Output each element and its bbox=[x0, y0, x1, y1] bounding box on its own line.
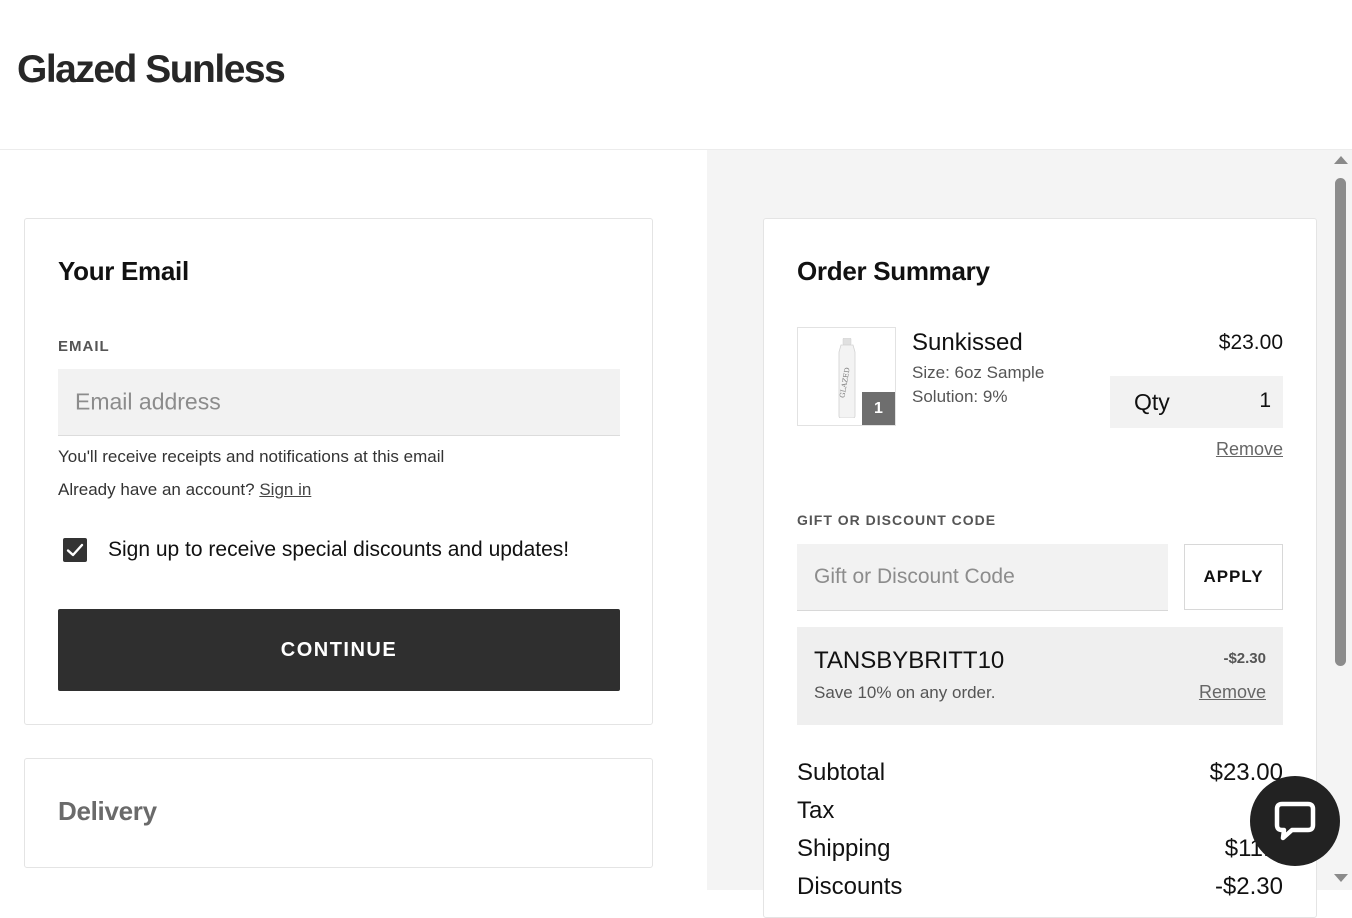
applied-discount-amount: -$2.30 bbox=[1223, 650, 1266, 667]
qty-label: Qty bbox=[1134, 389, 1170, 415]
order-summary-pane: Order Summary GLAZED 1 Sunkissed Size: 6… bbox=[707, 150, 1352, 918]
discounts-label: Discounts bbox=[797, 873, 903, 900]
product-thumbnail: GLAZED 1 bbox=[797, 327, 896, 426]
email-input[interactable]: Email address bbox=[58, 369, 620, 436]
applied-discount-description: Save 10% on any order. bbox=[814, 683, 996, 702]
discount-code-placeholder: Gift or Discount Code bbox=[814, 565, 1015, 588]
order-summary-title: Order Summary bbox=[797, 256, 990, 286]
chat-bubble-icon bbox=[1274, 801, 1316, 841]
sign-in-link[interactable]: Sign in bbox=[259, 480, 311, 499]
newsletter-checkbox[interactable] bbox=[63, 538, 87, 562]
order-summary-card: Order Summary GLAZED 1 Sunkissed Size: 6… bbox=[763, 218, 1317, 918]
chat-button[interactable] bbox=[1250, 776, 1340, 866]
site-header: Glazed Sunless bbox=[0, 0, 1352, 150]
shipping-label: Shipping bbox=[797, 835, 891, 862]
email-card: Your Email EMAIL Email address You'll re… bbox=[24, 218, 653, 725]
quantity-selector[interactable]: Qty 1 bbox=[1110, 376, 1283, 428]
email-input-placeholder: Email address bbox=[75, 388, 221, 415]
product-price: $23.00 bbox=[1218, 331, 1283, 354]
newsletter-label[interactable]: Sign up to receive special discounts and… bbox=[108, 538, 569, 562]
tax-label: Tax bbox=[797, 797, 835, 824]
brand-logo[interactable]: Glazed Sunless bbox=[17, 48, 286, 92]
thumbnail-qty-badge: 1 bbox=[862, 392, 895, 425]
remove-discount-link[interactable]: Remove bbox=[1199, 682, 1266, 703]
account-prompt-line: Already have an account? Sign in bbox=[58, 480, 311, 500]
delivery-card[interactable]: Delivery bbox=[24, 758, 653, 868]
page-scrollbar[interactable] bbox=[1329, 150, 1352, 890]
account-prompt: Already have an account? bbox=[58, 480, 255, 499]
continue-button[interactable]: CONTINUE bbox=[58, 609, 620, 691]
product-bottle-icon: GLAZED bbox=[838, 338, 856, 418]
product-name: Sunkissed bbox=[912, 329, 1023, 356]
product-solution: Solution: 9% bbox=[912, 387, 1008, 406]
discount-code-input[interactable]: Gift or Discount Code bbox=[797, 544, 1168, 611]
discount-code-label: GIFT OR DISCOUNT CODE bbox=[797, 512, 997, 528]
remove-item-link[interactable]: Remove bbox=[1216, 439, 1283, 460]
scroll-up-arrow-icon[interactable] bbox=[1334, 156, 1348, 164]
applied-discount: TANSBYBRITT10 -$2.30 Save 10% on any ord… bbox=[797, 627, 1283, 725]
qty-value: 1 bbox=[1259, 389, 1271, 412]
discounts-value: -$2.30 bbox=[1214, 873, 1283, 900]
checkmark-icon bbox=[66, 543, 84, 557]
scrollbar-thumb[interactable] bbox=[1335, 178, 1346, 666]
applied-discount-code: TANSBYBRITT10 bbox=[814, 647, 1005, 674]
delivery-section-title: Delivery bbox=[58, 796, 157, 826]
product-size: Size: 6oz Sample bbox=[912, 363, 1045, 382]
email-field-label: EMAIL bbox=[58, 338, 110, 355]
checkout-form-pane: Your Email EMAIL Email address You'll re… bbox=[0, 150, 707, 890]
apply-discount-button[interactable]: APPLY bbox=[1184, 544, 1283, 610]
scroll-down-arrow-icon[interactable] bbox=[1334, 874, 1348, 882]
email-section-title: Your Email bbox=[58, 256, 189, 286]
subtotal-label: Subtotal bbox=[797, 759, 886, 786]
email-helper-text: You'll receive receipts and notification… bbox=[58, 447, 445, 466]
